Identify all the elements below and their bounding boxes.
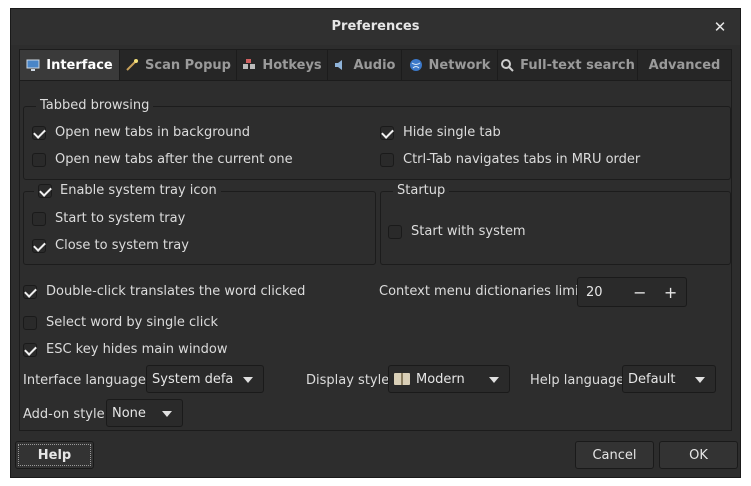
decrement-button[interactable]: − (624, 283, 655, 302)
interface-language-label: Interface language: (23, 373, 151, 388)
esc-hides-option[interactable]: ESC key hides main window (23, 342, 228, 357)
monitor-icon (26, 59, 40, 71)
hide-single-tab-option[interactable]: Hide single tab (380, 125, 501, 140)
chevron-down-icon (243, 377, 253, 383)
context-menu-limit-spinbox[interactable]: 20 − + (577, 277, 687, 307)
single-click-option[interactable]: Select word by single click (23, 315, 218, 330)
checkbox[interactable] (380, 152, 394, 167)
system-tray-toggle[interactable]: Enable system tray icon (34, 183, 221, 198)
tab-label: Scan Popup (145, 57, 231, 73)
checkbox-label: Double-click translates the word clicked (46, 284, 306, 299)
ctrl-tab-mru-option[interactable]: Ctrl-Tab navigates tabs in MRU order (380, 152, 640, 167)
checkbox-label: Hide single tab (403, 125, 501, 140)
title-bar: Preferences ✕ (11, 9, 740, 45)
tab-advanced[interactable]: Advanced (638, 50, 731, 80)
ok-button[interactable]: OK (659, 441, 738, 469)
addon-style-select[interactable]: None (106, 399, 183, 427)
interface-language-select[interactable]: System defau (146, 365, 264, 393)
checkbox-label: Start with system (411, 224, 526, 239)
startup-group: Startup Start with system (380, 183, 731, 265)
preferences-window: Preferences ✕ Interface Scan Popup Hotke… (10, 8, 741, 478)
double-click-option[interactable]: Double-click translates the word clicked (23, 284, 305, 299)
help-language-select[interactable]: Default (622, 365, 716, 393)
group-title: Tabbed browsing (36, 98, 154, 113)
interface-tab-content: Tabbed browsing Open new tabs in backgro… (19, 81, 732, 431)
spinbox-value[interactable]: 20 (578, 285, 624, 300)
increment-button[interactable]: + (655, 283, 686, 302)
tab-label: Advanced (648, 57, 721, 73)
tab-hotkeys[interactable]: Hotkeys (237, 50, 328, 80)
checkbox[interactable] (23, 315, 37, 330)
start-with-system-option[interactable]: Start with system (388, 224, 526, 239)
book-icon (394, 373, 410, 385)
checkbox-label: Open new tabs in background (55, 125, 250, 140)
checkbox[interactable] (23, 284, 37, 299)
wand-icon (126, 59, 139, 71)
display-style-label: Display style: (306, 373, 394, 388)
tab-full-text-search[interactable]: Full-text search (498, 50, 638, 80)
checkbox-label: Ctrl-Tab navigates tabs in MRU order (403, 152, 641, 167)
start-to-tray-option[interactable]: Start to system tray (32, 211, 185, 226)
addon-style-label: Add-on style: (23, 407, 109, 422)
group-title: Enable system tray icon (60, 183, 217, 198)
checkbox-label: Open new tabs after the current one (55, 152, 293, 167)
speaker-icon (335, 60, 343, 70)
checkbox[interactable] (32, 125, 46, 140)
open-in-background-option[interactable]: Open new tabs in background (32, 125, 250, 140)
cancel-button[interactable]: Cancel (575, 441, 654, 469)
tab-interface[interactable]: Interface (20, 50, 120, 80)
checkbox[interactable] (380, 125, 394, 140)
globe-icon (409, 59, 422, 71)
checkbox[interactable] (32, 152, 46, 167)
checkbox[interactable] (388, 224, 402, 239)
select-value: Modern (416, 371, 465, 387)
open-after-current-option[interactable]: Open new tabs after the current one (32, 152, 293, 167)
select-value: None (112, 405, 146, 421)
checkbox[interactable] (32, 238, 46, 253)
help-language-label: Help language (530, 373, 625, 388)
select-value: Default (628, 371, 676, 387)
chevron-down-icon (695, 377, 705, 383)
group-title: Startup (393, 183, 450, 198)
close-icon[interactable]: ✕ (710, 17, 730, 37)
checkbox-label: Close to system tray (55, 238, 189, 253)
tab-label: Network (428, 57, 491, 73)
display-style-select[interactable]: Modern (388, 365, 510, 393)
tab-label: Audio (353, 57, 396, 73)
checkbox[interactable] (32, 211, 46, 226)
tab-label: Interface (46, 57, 113, 73)
help-button[interactable]: Help (15, 441, 94, 469)
close-to-tray-option[interactable]: Close to system tray (32, 238, 189, 253)
chevron-down-icon (489, 377, 499, 383)
context-menu-limit-label: Context menu dictionaries limit: (379, 284, 589, 299)
tab-scan-popup[interactable]: Scan Popup (120, 50, 237, 80)
tab-label: Hotkeys (262, 57, 322, 73)
tabbed-browsing-group: Tabbed browsing Open new tabs in backgro… (23, 98, 731, 180)
checkbox[interactable] (23, 342, 37, 357)
checkbox-label: ESC key hides main window (46, 342, 228, 357)
chevron-down-icon (162, 411, 172, 417)
tab-audio[interactable]: Audio (328, 50, 402, 80)
tab-label: Full-text search (520, 57, 635, 73)
checkbox-label: Select word by single click (46, 315, 219, 330)
window-title: Preferences (331, 19, 420, 34)
system-tray-group: Enable system tray icon Start to system … (23, 183, 376, 265)
keys-icon (243, 59, 256, 69)
tab-network[interactable]: Network (402, 50, 498, 80)
tab-bar: Interface Scan Popup Hotkeys Audio Netwo… (19, 49, 732, 81)
checkbox[interactable] (38, 183, 52, 198)
magnifier-icon (501, 59, 514, 72)
checkbox-label: Start to system tray (55, 211, 186, 226)
select-value: System defau (152, 371, 233, 387)
